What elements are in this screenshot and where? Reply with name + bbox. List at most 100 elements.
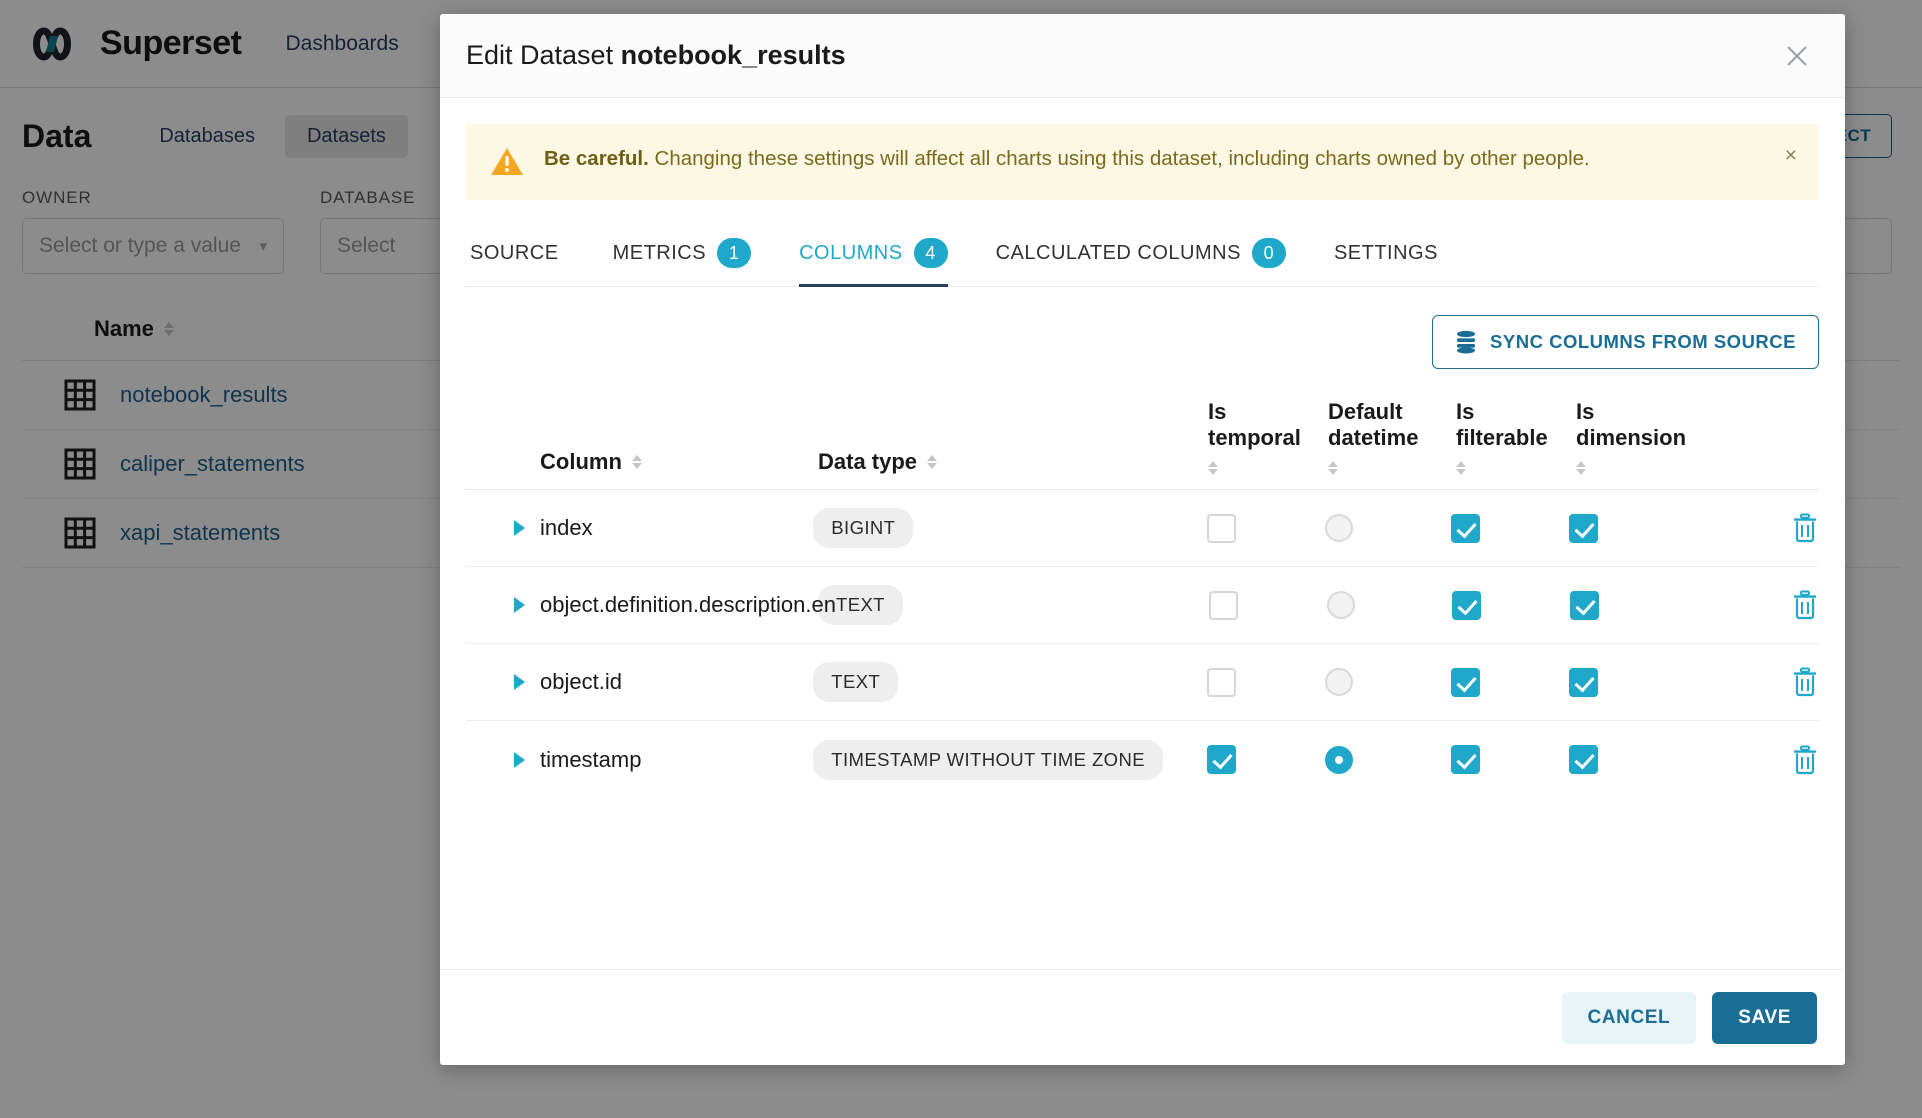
column-name-label: index (540, 515, 593, 540)
expand-triangle-icon[interactable] (514, 674, 525, 690)
is-filterable-cell (1441, 667, 1559, 697)
tab-metrics[interactable]: METRICS 1 (589, 224, 776, 286)
modal-body: Be careful. Changing these settings will… (440, 98, 1845, 969)
tab-metrics-label: METRICS (612, 241, 707, 264)
alert-dismiss-icon[interactable]: × (1769, 144, 1797, 168)
sync-columns-button[interactable]: SYNC COLUMNS FROM SOURCE (1432, 315, 1819, 369)
database-icon (1457, 330, 1476, 354)
tab-calculated-columns[interactable]: CALCULATED COLUMNS 0 (972, 224, 1310, 286)
column-name-cell: index (466, 515, 813, 541)
is-temporal-checkbox[interactable] (1206, 745, 1236, 774)
data-type-cell: TIMESTAMP WITHOUT TIME ZONE (813, 739, 1196, 780)
columns-table: Column Data type Is temporal Default dat… (466, 399, 1819, 798)
is-filterable-cell (1441, 513, 1559, 543)
modal-footer: CANCEL SAVE (440, 969, 1845, 1065)
is-temporal-checkbox[interactable] (1206, 667, 1236, 697)
close-glyph (1787, 45, 1807, 66)
tab-settings[interactable]: SETTINGS (1310, 228, 1462, 283)
is-dimension-checkbox[interactable] (1568, 513, 1598, 543)
header-is-temporal[interactable]: Is temporal (1208, 399, 1328, 475)
header-data-type[interactable]: Data type (818, 449, 1208, 475)
trash-icon[interactable] (1685, 667, 1819, 697)
header-is-filterable-line1: Is (1456, 399, 1475, 424)
warning-alert: Be careful. Changing these settings will… (466, 124, 1819, 200)
is-filterable-checkbox[interactable] (1452, 590, 1482, 620)
header-default-datetime-line1: Default (1328, 399, 1403, 424)
header-is-filterable[interactable]: Is filterable (1456, 399, 1576, 475)
tab-calculated-columns-badge: 0 (1251, 238, 1286, 268)
save-button[interactable]: SAVE (1712, 991, 1817, 1044)
data-type-cell: TEXT (813, 662, 1196, 702)
table-row[interactable]: object.id TEXT (466, 644, 1819, 721)
trash-glyph (1793, 745, 1816, 774)
table-row[interactable]: timestamp TIMESTAMP WITHOUT TIME ZONE (466, 721, 1819, 798)
header-default-datetime[interactable]: Default datetime (1328, 399, 1456, 475)
is-temporal-checkbox[interactable] (1206, 513, 1236, 543)
trash-icon[interactable] (1685, 745, 1819, 775)
is-temporal-cell (1199, 590, 1317, 620)
sync-columns-button-label: SYNC COLUMNS FROM SOURCE (1490, 331, 1796, 352)
columns-table-body: index BIGINT object.definition.descripti… (466, 490, 1819, 798)
default-datetime-radio[interactable] (1324, 668, 1353, 696)
trash-icon[interactable] (1685, 590, 1819, 620)
is-filterable-cell (1442, 590, 1560, 620)
is-dimension-cell (1559, 513, 1685, 543)
column-name-label: object.definition.description.en (540, 592, 836, 617)
modal-title: Edit Dataset notebook_results (466, 40, 846, 71)
tab-source-label: SOURCE (470, 241, 559, 264)
warning-triangle-icon (491, 148, 523, 175)
sort-arrows-icon (1328, 461, 1338, 475)
tab-metrics-badge: 1 (717, 238, 752, 268)
trash-glyph (1793, 667, 1816, 697)
expand-triangle-icon[interactable] (514, 597, 525, 613)
sort-arrows-icon (1456, 461, 1466, 475)
modal-title-prefix: Edit Dataset (466, 40, 621, 70)
default-datetime-cell (1315, 668, 1441, 696)
header-is-temporal-line1: Is (1208, 399, 1227, 424)
tab-columns[interactable]: COLUMNS 4 (775, 224, 972, 287)
is-filterable-cell (1441, 745, 1559, 774)
expand-triangle-icon[interactable] (514, 751, 525, 768)
sort-arrows-icon (1208, 461, 1218, 475)
warning-alert-body: Changing these settings will affect all … (648, 147, 1590, 170)
trash-icon[interactable] (1685, 513, 1819, 543)
header-is-filterable-line2: filterable (1456, 425, 1548, 450)
header-column[interactable]: Column (466, 449, 818, 475)
cancel-button[interactable]: CANCEL (1561, 991, 1697, 1044)
table-row[interactable]: index BIGINT (466, 490, 1819, 567)
is-filterable-checkbox[interactable] (1450, 513, 1480, 543)
tab-source[interactable]: SOURCE (468, 228, 589, 283)
close-icon[interactable] (1777, 36, 1817, 76)
is-dimension-checkbox[interactable] (1569, 590, 1599, 620)
column-name-cell: object.id (466, 669, 813, 695)
column-name-cell: timestamp (466, 747, 813, 773)
table-row[interactable]: object.definition.description.en TEXT (466, 567, 1819, 644)
warning-alert-strong: Be careful. (544, 147, 649, 170)
is-dimension-checkbox[interactable] (1568, 667, 1598, 697)
sync-row: SYNC COLUMNS FROM SOURCE (466, 287, 1819, 377)
column-name-label: timestamp (540, 746, 642, 772)
default-datetime-radio[interactable] (1324, 745, 1353, 774)
tab-columns-badge: 4 (913, 238, 948, 268)
header-is-dimension[interactable]: Is dimension (1576, 399, 1704, 475)
default-datetime-cell (1315, 745, 1441, 774)
data-type-badge: BIGINT (813, 508, 914, 548)
modal-header: Edit Dataset notebook_results (440, 14, 1845, 98)
trash-glyph (1793, 513, 1816, 543)
is-temporal-checkbox[interactable] (1209, 590, 1239, 620)
default-datetime-radio[interactable] (1326, 591, 1355, 619)
expand-triangle-icon[interactable] (514, 520, 525, 536)
column-name-label: object.id (540, 669, 622, 694)
warning-alert-text: Be careful. Changing these settings will… (544, 144, 1590, 174)
is-dimension-checkbox[interactable] (1568, 745, 1598, 774)
trash-glyph (1793, 590, 1816, 620)
is-filterable-checkbox[interactable] (1450, 667, 1480, 697)
edit-dataset-modal: Edit Dataset notebook_results Be careful… (440, 14, 1845, 1065)
column-name-cell: object.definition.description.en (466, 592, 836, 618)
header-default-datetime-line2: datetime (1328, 425, 1419, 450)
data-type-badge: TIMESTAMP WITHOUT TIME ZONE (813, 739, 1163, 780)
is-filterable-checkbox[interactable] (1450, 745, 1480, 774)
default-datetime-radio[interactable] (1324, 514, 1353, 542)
tab-settings-label: SETTINGS (1333, 241, 1438, 264)
header-data-type-label: Data type (818, 449, 918, 474)
